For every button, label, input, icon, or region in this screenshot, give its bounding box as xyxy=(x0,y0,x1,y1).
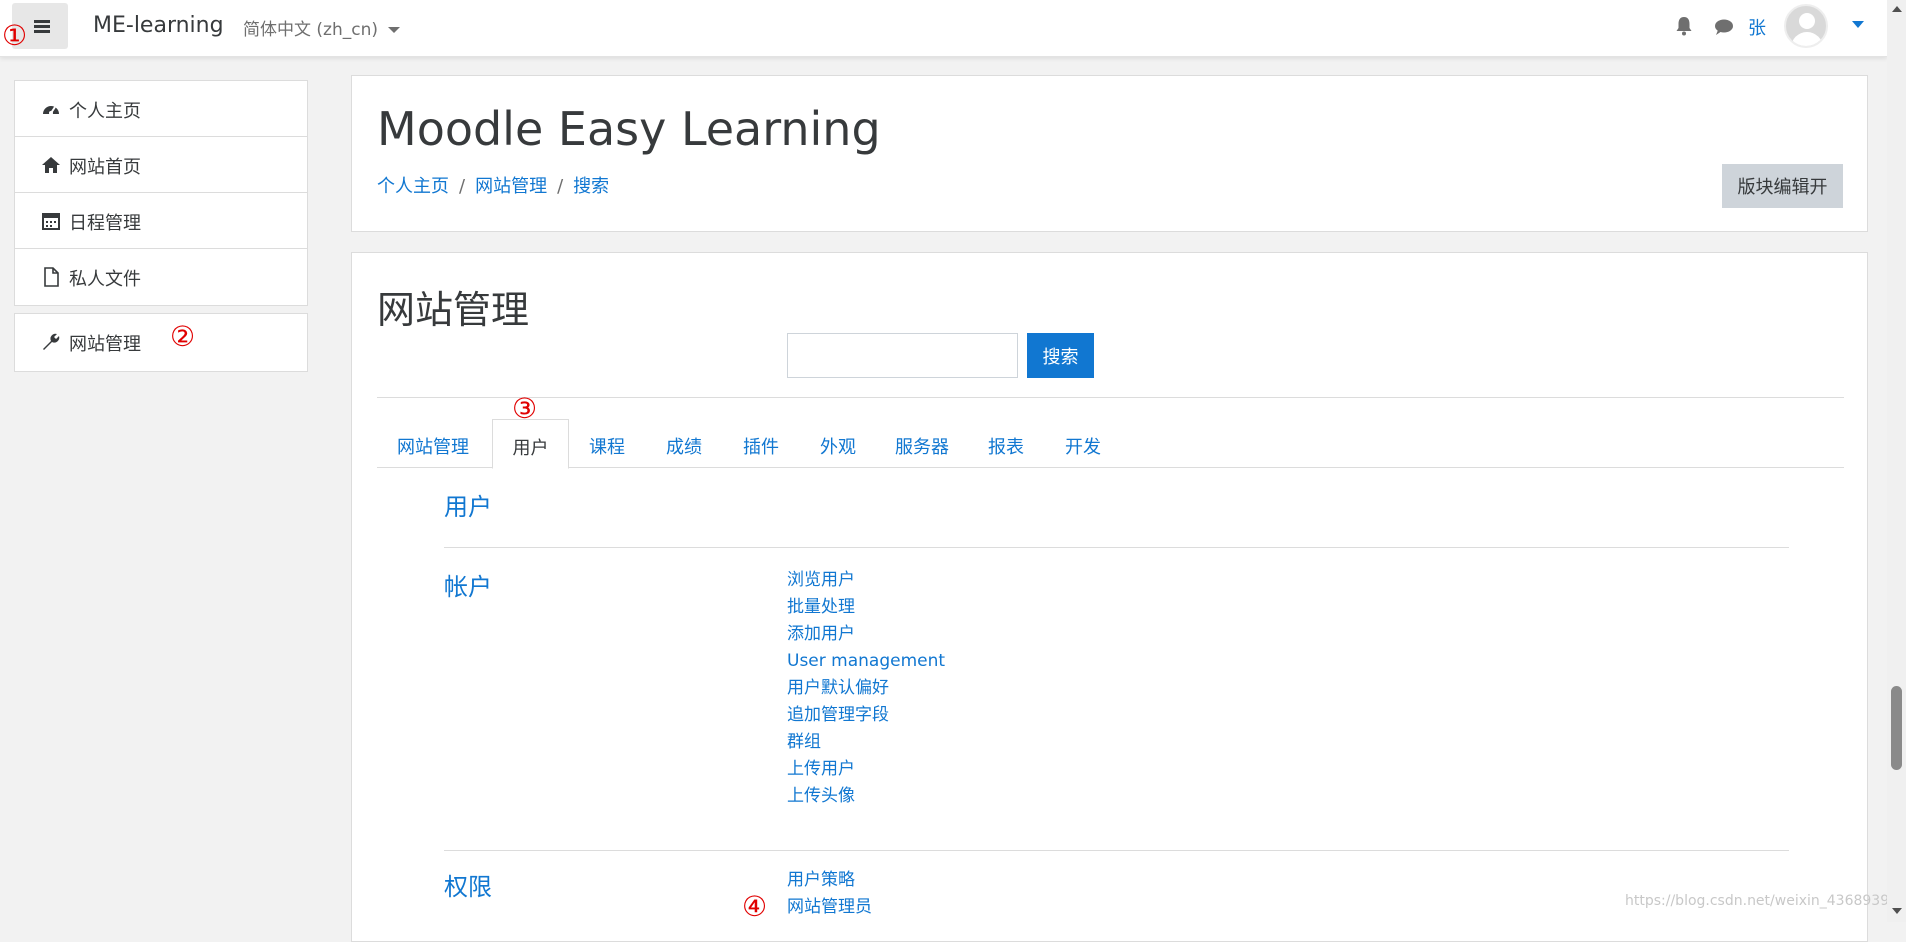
drawer-item-private-files[interactable]: 私人文件 xyxy=(15,249,307,305)
link-cohorts[interactable]: 群组 xyxy=(787,732,821,752)
wrench-icon xyxy=(43,333,60,350)
tab-users[interactable]: 用户 xyxy=(492,419,569,469)
watermark: https://blog.csdn.net/weixin_43689392 xyxy=(1625,893,1899,909)
file-icon xyxy=(44,267,59,287)
scrollbar-thumb[interactable] xyxy=(1891,686,1902,770)
annotation-marker-2: ② xyxy=(170,320,196,353)
tab-grades[interactable]: 成绩 xyxy=(666,419,702,468)
scroll-up-arrow-icon[interactable] xyxy=(1892,6,1902,12)
breadcrumb-site-admin[interactable]: 网站管理 xyxy=(475,176,547,197)
chat-icon[interactable] xyxy=(1714,18,1734,36)
user-name[interactable]: 张 xyxy=(1748,14,1766,40)
tab-reports[interactable]: 报表 xyxy=(988,419,1024,468)
site-admin-card: 网站管理 搜索 网站管理 用户 课程 成绩 插件 外观 服务器 报表 开发 用户… xyxy=(351,252,1868,942)
tab-appearance[interactable]: 外观 xyxy=(820,419,856,468)
link-site-administrators[interactable]: 网站管理员 xyxy=(787,897,872,917)
breadcrumb-separator: / xyxy=(459,176,466,197)
drawer-item-dashboard[interactable]: 个人主页 xyxy=(15,81,307,137)
page-title: Moodle Easy Learning xyxy=(377,102,881,156)
drawer-nav-group: 个人主页 网站首页 日程管理 私人文件 xyxy=(14,80,308,306)
section-divider xyxy=(444,547,1789,548)
drawer-item-label: 私人文件 xyxy=(69,269,141,290)
site-name[interactable]: ME-learning xyxy=(93,13,224,38)
blocks-editing-on-button[interactable]: 版块编辑开 xyxy=(1722,164,1843,208)
admin-tabs: 网站管理 用户 课程 成绩 插件 外观 服务器 报表 开发 xyxy=(377,419,1844,469)
hamburger-icon-bar xyxy=(34,25,50,28)
drawer-item-site-admin[interactable]: 网站管理 xyxy=(15,314,307,371)
link-upload-users[interactable]: 上传用户 xyxy=(787,759,855,779)
hamburger-icon-bar xyxy=(34,30,50,33)
drawer-item-site-home[interactable]: 网站首页 xyxy=(15,137,307,193)
page-scrollbar[interactable] xyxy=(1887,0,1906,922)
scroll-down-arrow-icon[interactable] xyxy=(1892,908,1902,914)
hamburger-icon xyxy=(34,20,50,23)
dashboard-icon xyxy=(43,106,59,115)
link-profile-fields[interactable]: 追加管理字段 xyxy=(787,705,889,725)
breadcrumb-search[interactable]: 搜索 xyxy=(573,176,609,197)
avatar-head xyxy=(1799,13,1815,29)
link-add-user[interactable]: 添加用户 xyxy=(787,624,855,644)
top-navbar: ME-learning 简体中文 (zh_cn) 张 xyxy=(0,0,1887,57)
chevron-down-icon xyxy=(388,27,400,33)
section-users-heading[interactable]: 用户 xyxy=(444,487,492,522)
drawer-item-label: 日程管理 xyxy=(69,213,141,234)
bell-icon[interactable] xyxy=(1675,16,1693,36)
tab-plugins[interactable]: 插件 xyxy=(743,419,779,468)
avatar[interactable] xyxy=(1784,4,1828,48)
drawer-admin-group: 网站管理 xyxy=(14,313,308,372)
page-header: Moodle Easy Learning 个人主页 / 网站管理 / 搜索 版块编辑开 xyxy=(351,75,1868,232)
drawer-item-label: 网站首页 xyxy=(69,157,141,178)
tab-development[interactable]: 开发 xyxy=(1065,419,1101,468)
permissions-links: 用户策略 网站管理员 xyxy=(787,867,872,921)
home-icon xyxy=(42,157,60,173)
annotation-marker-1: ① xyxy=(2,19,28,52)
section-accounts-heading[interactable]: 帐户 xyxy=(444,567,492,602)
link-browse-users[interactable]: 浏览用户 xyxy=(787,570,855,590)
admin-search-button[interactable]: 搜索 xyxy=(1027,333,1094,378)
section-permissions-heading[interactable]: 权限 xyxy=(444,867,492,902)
language-label: 简体中文 (zh_cn) xyxy=(243,20,378,40)
breadcrumb-separator: / xyxy=(557,176,564,197)
tab-site-admin[interactable]: 网站管理 xyxy=(397,419,469,468)
tab-courses[interactable]: 课程 xyxy=(589,419,625,468)
language-menu[interactable]: 简体中文 (zh_cn) xyxy=(243,15,400,40)
link-bulk-actions[interactable]: 批量处理 xyxy=(787,597,855,617)
drawer-item-label: 网站管理 xyxy=(69,334,141,355)
tab-server[interactable]: 服务器 xyxy=(895,419,949,468)
link-user-policies[interactable]: 用户策略 xyxy=(787,870,855,890)
section-divider xyxy=(444,850,1789,851)
drawer-item-calendar[interactable]: 日程管理 xyxy=(15,193,307,249)
admin-search-input[interactable] xyxy=(787,333,1018,378)
link-user-default-preferences[interactable]: 用户默认偏好 xyxy=(787,678,889,698)
calendar-icon xyxy=(42,213,60,230)
admin-heading: 网站管理 xyxy=(377,288,530,332)
annotation-marker-3: ③ xyxy=(512,392,538,425)
drawer-item-label: 个人主页 xyxy=(69,101,141,122)
link-user-management[interactable]: User management xyxy=(787,651,945,671)
divider xyxy=(377,397,1844,398)
avatar-body xyxy=(1791,32,1823,46)
accounts-links: 浏览用户 批量处理 添加用户 User management 用户默认偏好 追加… xyxy=(787,567,945,810)
user-menu-caret-icon[interactable] xyxy=(1852,21,1864,28)
annotation-marker-4: ④ xyxy=(742,890,768,923)
link-upload-pictures[interactable]: 上传头像 xyxy=(787,786,855,806)
breadcrumb: 个人主页 / 网站管理 / 搜索 xyxy=(377,172,609,198)
breadcrumb-dashboard[interactable]: 个人主页 xyxy=(377,176,449,197)
